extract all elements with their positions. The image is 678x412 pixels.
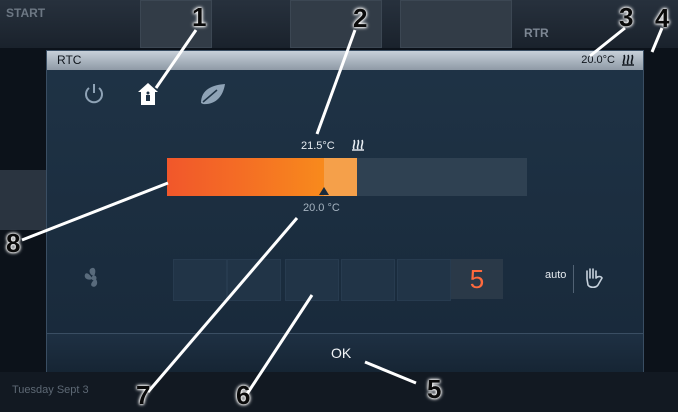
callout-1: 1	[192, 2, 207, 32]
callout-4: 4	[655, 3, 670, 33]
callout-5: 5	[427, 374, 442, 404]
callout-3: 3	[619, 2, 634, 32]
callout-6: 6	[236, 380, 251, 410]
callout-lines	[21, 26, 664, 395]
callout-2: 2	[353, 3, 368, 33]
callout-8: 8	[6, 228, 21, 258]
callout-7: 7	[136, 380, 151, 410]
